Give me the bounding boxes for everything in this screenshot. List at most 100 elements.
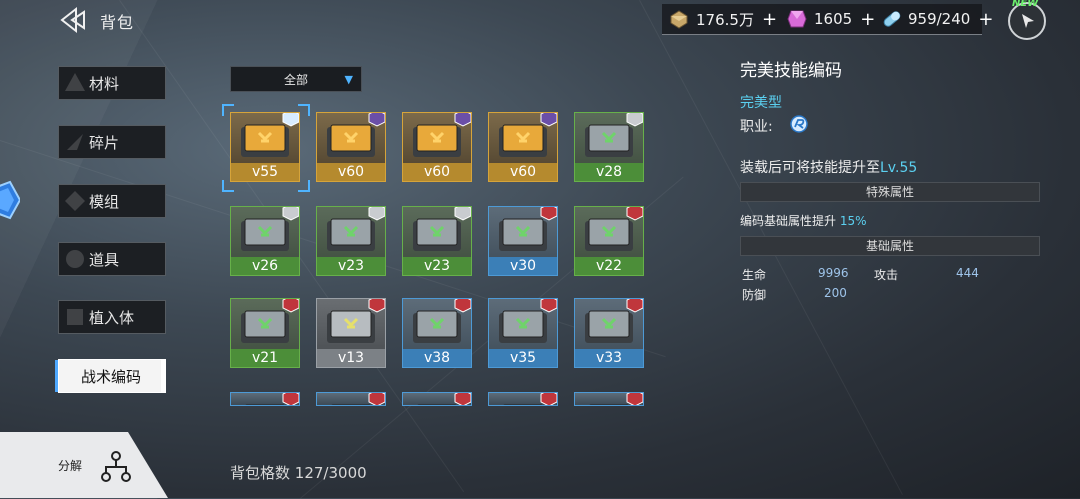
sidebar-item-materials[interactable]: 材料 xyxy=(58,66,166,100)
item-level-label: v60 xyxy=(489,163,557,181)
character-badge-icon xyxy=(368,299,385,313)
bag-capacity: 背包格数 127/3000 xyxy=(230,462,367,483)
inventory-item[interactable]: v21 xyxy=(230,298,300,368)
inventory-item[interactable]: v23 xyxy=(316,206,386,276)
item-level-label: v23 xyxy=(403,257,471,275)
item-description-text: 装载后可将技能提升至 xyxy=(740,160,880,176)
item-level-label: v22 xyxy=(575,257,643,275)
blue-gem-icon[interactable] xyxy=(0,178,20,222)
inventory-item[interactable]: v13 xyxy=(316,298,386,368)
inventory-item[interactable] xyxy=(230,392,300,406)
class-r-icon xyxy=(790,115,808,133)
resource-stamina[interactable]: 959/240 + xyxy=(880,4,993,34)
stat-def-label: 防御 xyxy=(742,288,767,302)
code-chip-icon xyxy=(241,124,289,157)
pink-crystal-icon xyxy=(787,10,807,28)
inventory-item[interactable]: v22 xyxy=(574,206,644,276)
resource-crystal[interactable]: 1605 + xyxy=(786,4,875,34)
dropdown-triangle-icon: ▼ xyxy=(344,73,353,86)
item-description: 装载后可将技能提升至Lv.55 xyxy=(740,157,917,177)
character-badge-icon xyxy=(282,393,299,405)
code-chip-icon xyxy=(413,218,461,251)
inventory-item[interactable]: v23 xyxy=(402,206,472,276)
inventory-item[interactable]: v38 xyxy=(402,298,472,368)
items-icon xyxy=(66,250,84,268)
decompose-tree-icon xyxy=(101,451,131,482)
character-badge-icon xyxy=(454,207,471,221)
item-type: 完美型 xyxy=(740,95,782,111)
inventory-item[interactable]: v60 xyxy=(488,112,558,182)
sidebar-item-label: 碎片 xyxy=(89,133,120,152)
basic-attributes-header: 基础属性 xyxy=(740,236,1040,256)
item-level-label: v28 xyxy=(575,163,643,181)
bag-capacity-label: 背包格数 xyxy=(230,464,291,482)
item-level-label: v13 xyxy=(317,349,385,367)
inventory-item[interactable] xyxy=(488,392,558,406)
resource-gold[interactable]: 176.5万 + xyxy=(668,4,777,34)
inventory-item[interactable]: v60 xyxy=(316,112,386,182)
stat-def-value: 200 xyxy=(824,286,847,300)
sidebar-item-implants[interactable]: 植入体 xyxy=(58,300,166,334)
inventory-item[interactable]: v26 xyxy=(230,206,300,276)
character-badge-icon xyxy=(540,113,557,127)
selection-corner xyxy=(222,180,234,192)
inventory-item[interactable]: v35 xyxy=(488,298,558,368)
stamina-capsule-icon xyxy=(883,11,901,27)
inventory-item[interactable]: v55 xyxy=(230,112,300,182)
modules-icon xyxy=(65,191,85,211)
filter-dropdown[interactable]: 全部 ▼ xyxy=(230,66,362,92)
back-arrow-icon[interactable] xyxy=(58,6,88,34)
character-badge-icon xyxy=(368,113,385,127)
character-badge-icon xyxy=(368,207,385,221)
sidebar-item-label: 植入体 xyxy=(89,308,135,327)
character-badge-icon xyxy=(626,113,643,127)
selection-corner xyxy=(222,104,234,116)
stat-atk-value: 444 xyxy=(956,266,979,280)
sidebar-item-tactical-codes[interactable]: 战术编码 xyxy=(55,359,166,393)
character-badge-icon xyxy=(454,299,471,313)
special-attribute-text: 编码基础属性提升 xyxy=(740,214,837,228)
character-badge-icon xyxy=(540,393,557,405)
decompose-label: 分解 xyxy=(58,459,83,473)
sidebar-item-fragments[interactable]: 碎片 xyxy=(58,125,166,159)
item-level-label: v38 xyxy=(403,349,471,367)
character-badge-icon xyxy=(368,393,385,405)
character-badge-icon xyxy=(540,299,557,313)
item-level-label: v35 xyxy=(489,349,557,367)
item-level-label: v26 xyxy=(231,257,299,275)
code-chip-icon xyxy=(241,310,289,343)
code-chip-icon xyxy=(413,124,461,157)
inventory-item[interactable]: v60 xyxy=(402,112,472,182)
inventory-item[interactable] xyxy=(574,392,644,406)
code-chip-icon xyxy=(327,218,375,251)
stat-hp-value: 9996 xyxy=(818,266,849,280)
decompose-button[interactable] xyxy=(0,432,168,498)
gold-bar-icon xyxy=(670,10,688,29)
sidebar-item-modules[interactable]: 模组 xyxy=(58,184,166,218)
bag-capacity-value: 127/3000 xyxy=(294,464,367,482)
inventory-item[interactable] xyxy=(316,392,386,406)
character-badge-icon xyxy=(282,299,299,313)
character-badge-icon xyxy=(540,207,557,221)
code-chip-icon xyxy=(413,310,461,343)
code-chip-icon xyxy=(585,310,633,343)
character-badge-icon xyxy=(454,113,471,127)
fragments-icon xyxy=(67,134,83,150)
inventory-item[interactable]: v28 xyxy=(574,112,644,182)
item-level-label: v60 xyxy=(403,163,471,181)
character-badge-icon xyxy=(626,299,643,313)
item-level-label: v21 xyxy=(231,349,299,367)
add-crystal-button[interactable]: + xyxy=(860,9,875,30)
code-chip-icon xyxy=(499,218,547,251)
special-attributes-header: 特殊属性 xyxy=(740,182,1040,202)
code-chip-icon xyxy=(585,218,633,251)
stat-hp-label: 生命 xyxy=(742,268,767,282)
add-stamina-button[interactable]: + xyxy=(978,9,993,30)
add-gold-button[interactable]: + xyxy=(762,9,777,30)
sidebar-item-items[interactable]: 道具 xyxy=(58,242,166,276)
inventory-item[interactable]: v30 xyxy=(488,206,558,276)
inventory-item[interactable]: v33 xyxy=(574,298,644,368)
character-badge-icon xyxy=(626,207,643,221)
inventory-item[interactable] xyxy=(402,392,472,406)
cursor-arrow-icon xyxy=(1022,14,1034,28)
